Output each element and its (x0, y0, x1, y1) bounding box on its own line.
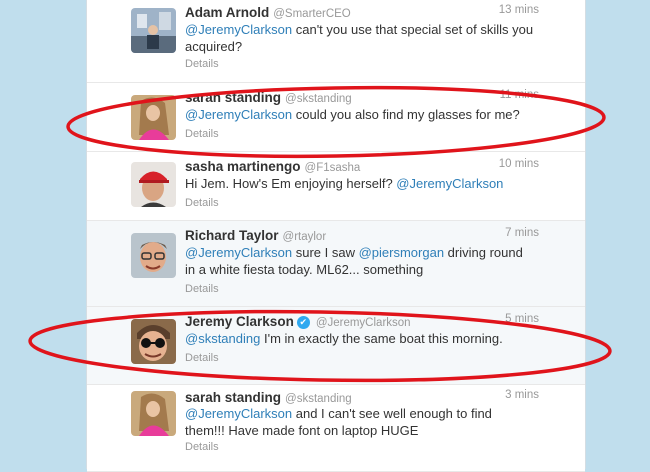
tweet-text: @JeremyClarkson can't you use that speci… (185, 22, 534, 54)
details-link[interactable]: Details (185, 441, 219, 453)
mention-link[interactable]: @JeremyClarkson (185, 107, 292, 122)
user-handle[interactable]: @JeremyClarkson (316, 317, 411, 329)
tweet-timestamp[interactable]: 5 mins (505, 313, 539, 325)
user-name[interactable]: sarah standing (185, 390, 281, 405)
tweet-text: @skstanding I'm in exactly the same boat… (185, 331, 503, 346)
mention-link[interactable]: @skstanding (185, 331, 260, 346)
avatar[interactable] (131, 319, 176, 364)
user-handle[interactable]: @SmarterCEO (273, 8, 351, 20)
tweet-item[interactable]: Richard Taylor @rtaylor 7 mins @JeremyCla… (87, 221, 585, 307)
tweet-item[interactable]: sarah standing @skstanding 3 mins @Jeremy… (87, 385, 585, 472)
avatar[interactable] (131, 233, 176, 278)
tweet-timestamp[interactable]: 13 mins (499, 4, 539, 16)
details-link[interactable]: Details (185, 128, 219, 140)
timeline: Adam Arnold @SmarterCEO 13 mins @JeremyCl… (86, 0, 586, 472)
details-link[interactable]: Details (185, 197, 219, 209)
tweet-timestamp[interactable]: 11 mins (500, 89, 539, 101)
user-name[interactable]: Adam Arnold (185, 5, 269, 20)
details-link[interactable]: Details (185, 283, 219, 295)
user-name[interactable]: Jeremy Clarkson (185, 314, 294, 329)
tweet-item[interactable]: sarah standing @skstanding 11 mins @Jerem… (87, 83, 585, 152)
details-link[interactable]: Details (185, 58, 219, 70)
verified-badge-icon: ✔ (296, 316, 310, 329)
user-name[interactable]: sasha martinengo (185, 159, 301, 174)
avatar[interactable] (131, 8, 176, 53)
user-handle[interactable]: @skstanding (285, 93, 352, 105)
user-name[interactable]: Richard Taylor (185, 228, 279, 243)
tweet-text: @JeremyClarkson sure I saw @piersmorgan … (185, 245, 523, 277)
tweet-text: Hi Jem. How's Em enjoying herself? @Jere… (185, 176, 504, 191)
tweet-item[interactable]: sasha martinengo @F1sasha 10 mins Hi Jem.… (87, 152, 585, 221)
mention-link[interactable]: @JeremyClarkson (185, 406, 292, 421)
avatar[interactable] (131, 391, 176, 436)
user-handle[interactable]: @rtaylor (283, 231, 327, 243)
mention-link[interactable]: @piersmorgan (359, 245, 444, 260)
tweet-item[interactable]: Adam Arnold @SmarterCEO 13 mins @JeremyCl… (87, 0, 585, 83)
tweet-timestamp[interactable]: 7 mins (505, 227, 539, 239)
tweet-text: @JeremyClarkson could you also find my g… (185, 107, 520, 122)
tweet-timestamp[interactable]: 10 mins (499, 158, 539, 170)
avatar[interactable] (131, 162, 176, 207)
tweet-timestamp[interactable]: 3 mins (505, 389, 539, 401)
details-link[interactable]: Details (185, 352, 219, 364)
mention-link[interactable]: @JeremyClarkson (396, 176, 503, 191)
avatar[interactable] (131, 95, 176, 140)
user-handle[interactable]: @skstanding (285, 393, 352, 405)
mention-link[interactable]: @JeremyClarkson (185, 245, 292, 260)
tweet-item[interactable]: Jeremy Clarkson ✔ @JeremyClarkson 5 mins @… (87, 307, 585, 385)
mention-link[interactable]: @JeremyClarkson (185, 22, 292, 37)
tweet-text: @JeremyClarkson and I can't see well eno… (185, 406, 492, 438)
user-handle[interactable]: @F1sasha (305, 162, 361, 174)
user-name[interactable]: sarah standing (185, 90, 281, 105)
